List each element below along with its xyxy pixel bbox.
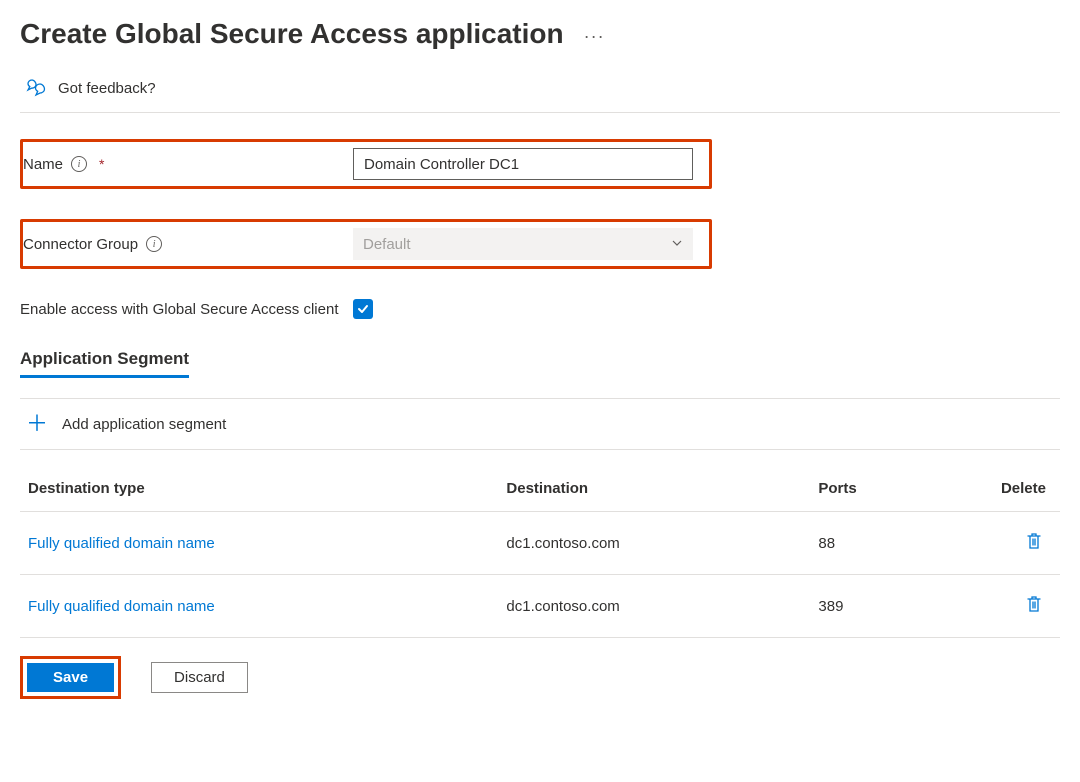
page-title: Create Global Secure Access application [20,18,564,50]
col-destination: Destination [498,468,810,512]
connector-row: Connector Group i Default [20,219,712,269]
name-input[interactable] [353,148,693,180]
delete-icon[interactable] [1026,595,1042,617]
ports-cell: 88 [810,512,956,575]
enable-access-row: Enable access with Global Secure Access … [20,299,1060,319]
delete-icon[interactable] [1026,532,1042,554]
destination-type-link[interactable]: Fully qualified domain name [28,598,215,615]
feedback-icon [26,78,48,98]
more-icon[interactable]: ··· [584,26,605,47]
info-icon[interactable]: i [71,156,87,172]
tab-application-segment[interactable]: Application Segment [20,349,189,378]
destination-type-link[interactable]: Fully qualified domain name [28,535,215,552]
page-header: Create Global Secure Access application … [20,18,1060,50]
col-destination-type: Destination type [20,468,498,512]
connector-value: Default [363,236,411,253]
col-ports: Ports [810,468,956,512]
tab-row: Application Segment [20,349,1060,378]
ports-cell: 389 [810,575,956,638]
add-segment-button[interactable]: ＋ Add application segment [20,398,1060,450]
footer: Save Discard [20,656,1060,699]
discard-button[interactable]: Discard [151,662,248,693]
add-segment-label: Add application segment [62,416,226,433]
plus-icon: ＋ [26,413,48,435]
connector-label: Connector Group [23,236,138,253]
enable-access-checkbox[interactable] [353,299,373,319]
col-delete: Delete [956,468,1060,512]
destination-cell: dc1.contoso.com [498,512,810,575]
name-label: Name [23,156,63,173]
feedback-link[interactable]: Got feedback? [20,70,1060,113]
enable-access-label: Enable access with Global Secure Access … [20,301,339,318]
name-row: Name i * [20,139,712,189]
required-indicator: * [99,156,104,172]
chevron-down-icon [671,236,683,253]
connector-select[interactable]: Default [353,228,693,260]
save-highlight: Save [20,656,121,699]
table-row: Fully qualified domain name dc1.contoso.… [20,512,1060,575]
segments-table: Destination type Destination Ports Delet… [20,468,1060,638]
table-row: Fully qualified domain name dc1.contoso.… [20,575,1060,638]
info-icon[interactable]: i [146,236,162,252]
feedback-label: Got feedback? [58,80,156,97]
destination-cell: dc1.contoso.com [498,575,810,638]
save-button[interactable]: Save [27,663,114,692]
